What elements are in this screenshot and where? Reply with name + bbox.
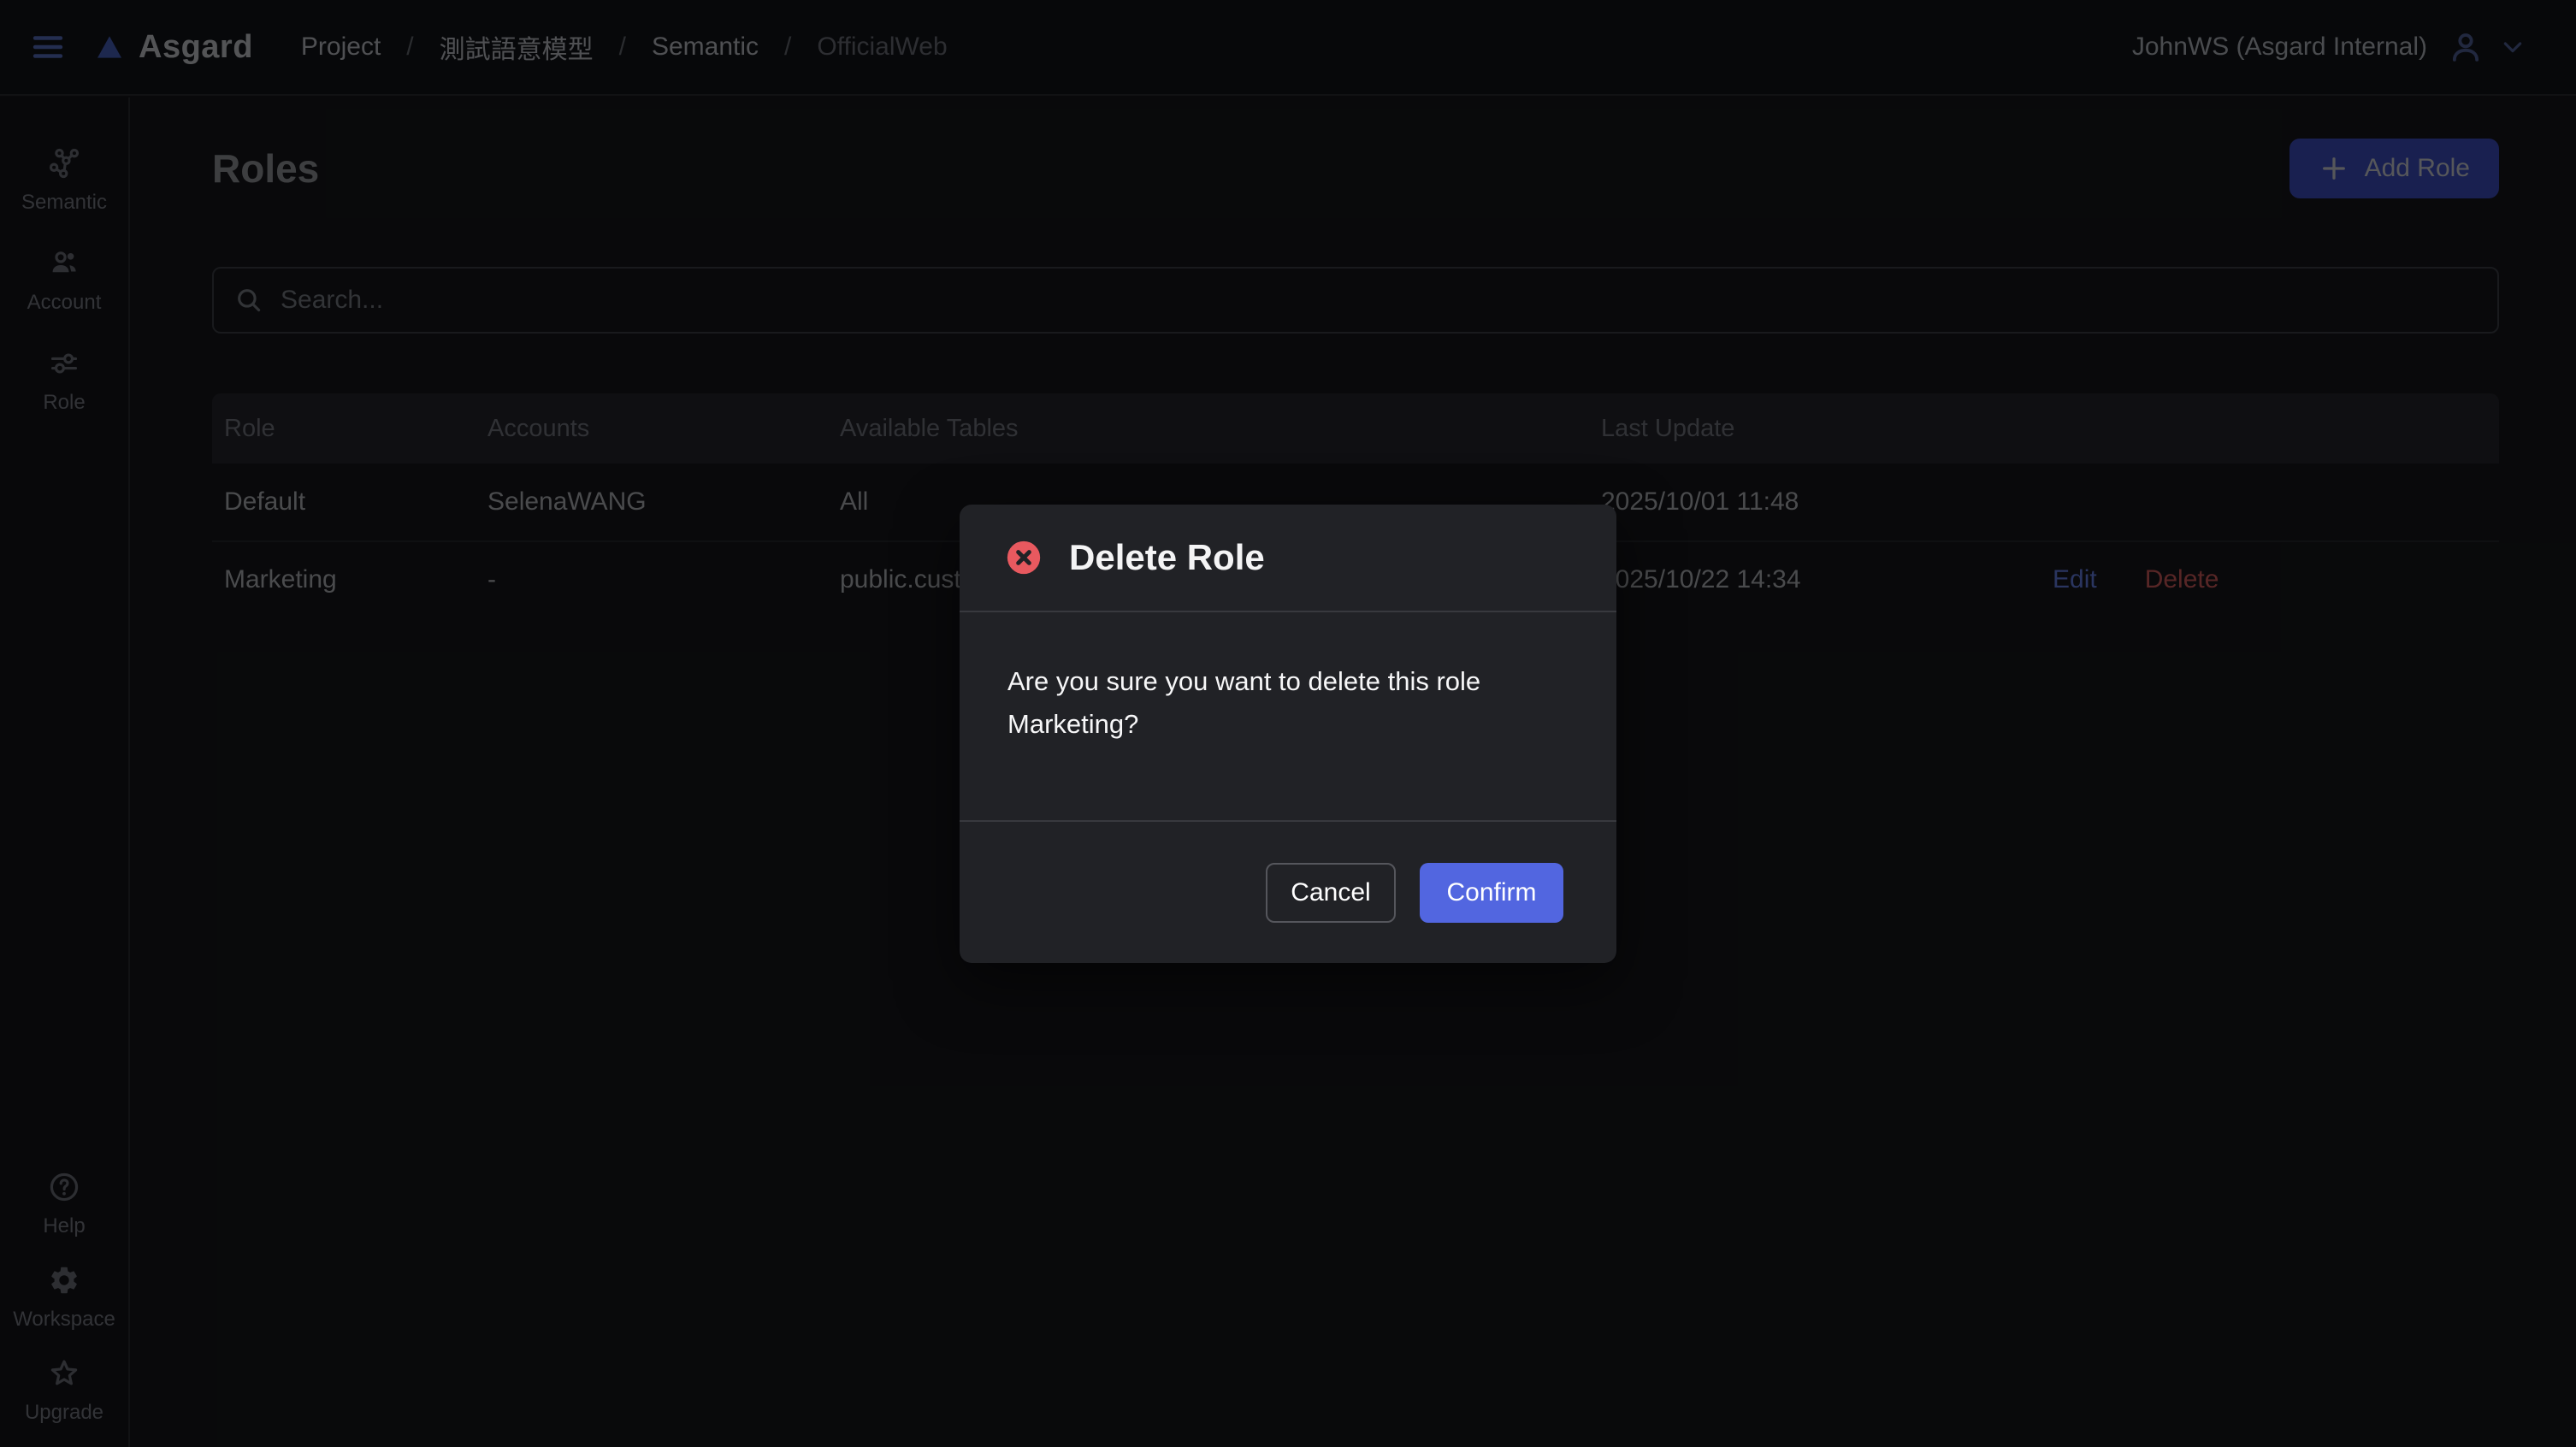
confirm-button[interactable]: Confirm (1420, 863, 1563, 923)
app-root: Asgard Project / 測試語意模型 / Semantic / Off… (0, 0, 2576, 1447)
cancel-button[interactable]: Cancel (1266, 863, 1396, 923)
modal-footer: Cancel Confirm (960, 822, 1616, 963)
modal-message: Are you sure you want to delete this rol… (1007, 660, 1569, 746)
delete-role-modal: Delete Role Are you sure you want to del… (960, 505, 1616, 963)
modal-title: Delete Role (1069, 537, 1265, 578)
modal-body: Are you sure you want to delete this rol… (960, 612, 1616, 822)
modal-message-line1: Are you sure you want to delete this rol… (1007, 666, 1480, 696)
error-x-circle-icon (1004, 538, 1043, 577)
modal-header: Delete Role (960, 505, 1616, 612)
modal-message-line2: Marketing? (1007, 709, 1138, 739)
